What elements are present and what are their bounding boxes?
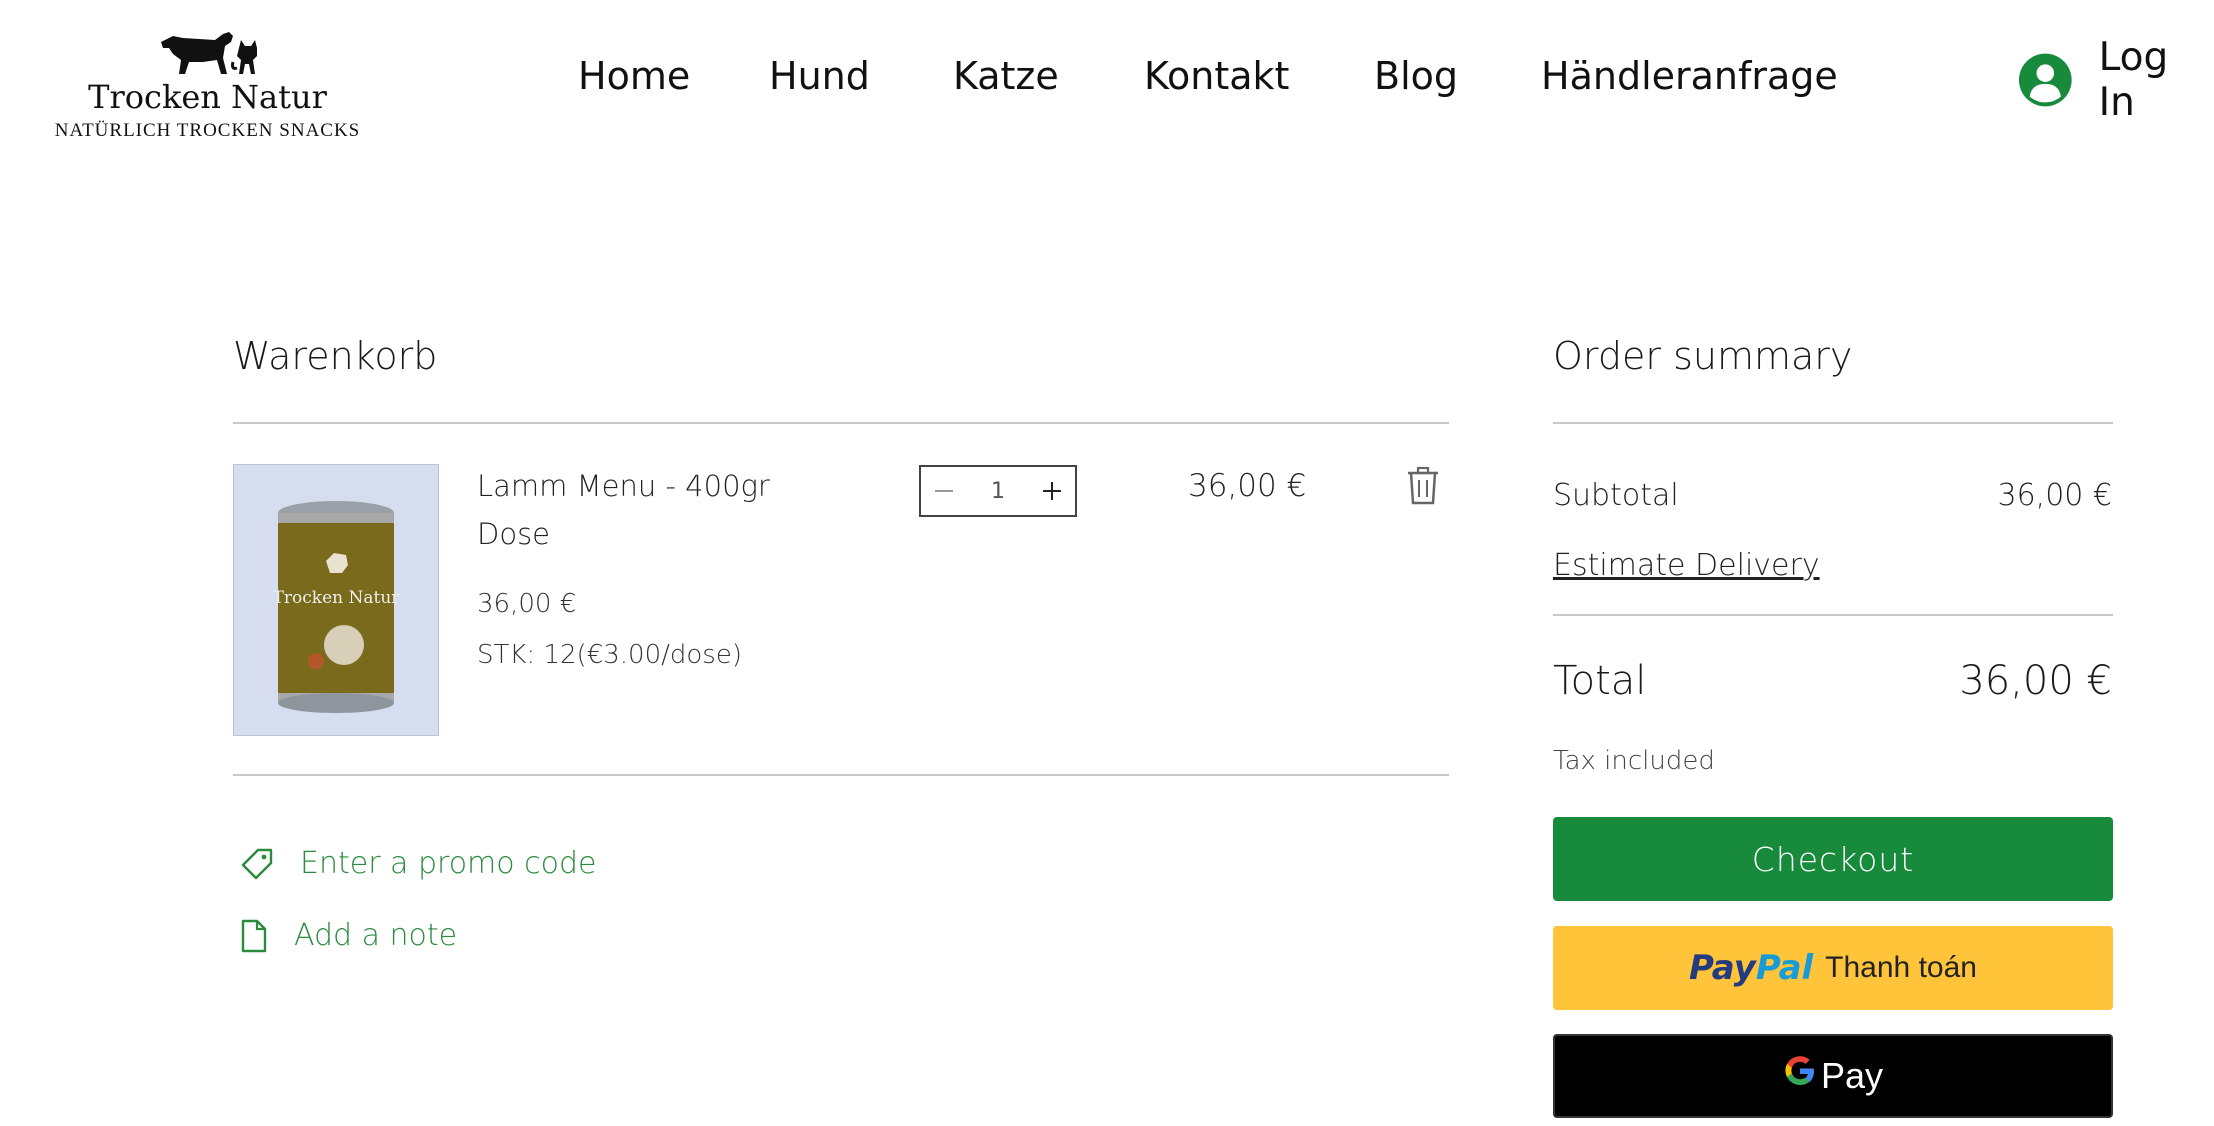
summary-title: Order summary <box>1553 334 1853 378</box>
checkout-label: Checkout <box>1751 839 1915 879</box>
logo-name: Trocken Natur <box>88 78 327 116</box>
user-avatar-icon <box>2018 53 2072 107</box>
nav-hund[interactable]: Hund <box>769 54 870 98</box>
nav-home[interactable]: Home <box>578 54 690 98</box>
cart-title: Warenkorb <box>233 334 438 378</box>
subtotal-label: Subtotal <box>1553 478 1679 513</box>
paypal-logo-icon: PayPal <box>1689 948 1814 988</box>
promo-code-link[interactable]: Enter a promo code <box>240 846 597 881</box>
google-pay-label: Pay <box>1820 1055 1884 1096</box>
dog-cat-logo-icon <box>160 32 257 74</box>
line-total: 36,00 € <box>1188 468 1307 504</box>
logo-tagline: NATÜRLICH TROCKEN SNACKS <box>54 120 361 141</box>
total-value: 36,00 € <box>1959 658 2112 704</box>
trash-icon <box>1408 466 1438 505</box>
increase-quantity-button[interactable] <box>1029 467 1075 515</box>
nav-blog[interactable]: Blog <box>1374 54 1458 98</box>
login-button[interactable]: Log In <box>2018 35 2214 125</box>
subtotal-value: 36,00 € <box>1997 478 2112 513</box>
tag-icon <box>241 848 273 879</box>
paypal-label: Thanh toán <box>1825 951 1977 984</box>
cart-top-divider <box>233 422 1449 424</box>
checkout-button[interactable]: Checkout <box>1553 817 2113 901</box>
total-label: Total <box>1553 658 1647 704</box>
add-note-link[interactable]: Add a note <box>240 918 457 953</box>
product-image-label: Trocken Natur <box>273 588 401 608</box>
summary-top-divider <box>1553 422 2113 424</box>
google-g-icon <box>1783 1054 1817 1098</box>
quantity-value[interactable]: 1 <box>991 479 1005 504</box>
nav-haendleranfrage[interactable]: Händleranfrage <box>1541 54 1838 98</box>
estimate-delivery-link[interactable]: Estimate Delivery <box>1553 548 1820 583</box>
product-unit-price: 36,00 € <box>477 589 577 619</box>
product-option: STK: 12(€3.00/dose) <box>477 640 742 670</box>
google-pay-button[interactable]: Pay <box>1553 1034 2113 1118</box>
minus-icon <box>935 490 953 492</box>
cart-bottom-divider <box>233 774 1449 776</box>
plus-icon <box>1043 482 1061 500</box>
login-label: Log In <box>2098 35 2169 125</box>
paypal-button[interactable]: PayPal Thanh toán <box>1553 926 2113 1010</box>
product-name[interactable]: Lamm Menu - 400gr Dose <box>477 462 777 558</box>
add-note-label: Add a note <box>294 918 458 953</box>
document-icon <box>241 919 267 952</box>
nav-katze[interactable]: Katze <box>953 54 1059 98</box>
decrease-quantity-button[interactable] <box>921 467 967 515</box>
nav-kontakt[interactable]: Kontakt <box>1144 54 1289 98</box>
summary-mid-divider <box>1553 614 2113 616</box>
quantity-stepper: 1 <box>919 465 1077 517</box>
promo-code-label: Enter a promo code <box>300 846 597 881</box>
remove-item-button[interactable] <box>1406 466 1440 506</box>
tax-note: Tax included <box>1553 746 1715 776</box>
site-logo[interactable]: Trocken Natur NATÜRLICH TROCKEN SNACKS <box>50 28 365 141</box>
product-image[interactable]: Trocken Natur <box>233 464 439 736</box>
